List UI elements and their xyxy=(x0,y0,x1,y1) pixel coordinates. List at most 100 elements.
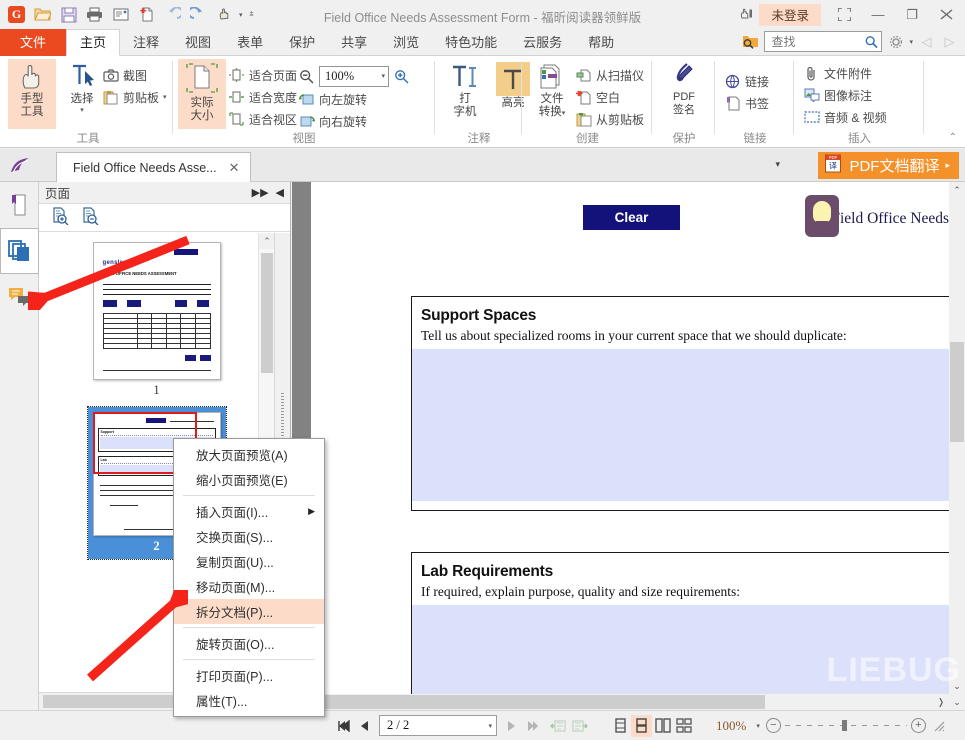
tab-cloud[interactable]: 云服务 xyxy=(510,29,575,56)
zoom-out-icon[interactable] xyxy=(298,68,315,85)
menu-item-insert-pages[interactable]: 插入页面(I)... ▶ xyxy=(174,499,324,524)
rotate-left-button[interactable]: 向左旋转 xyxy=(298,88,410,110)
nav-forward-icon[interactable]: ▷ xyxy=(940,34,959,50)
menu-item-properties[interactable]: 属性(T)... xyxy=(174,688,324,713)
nav-back-icon[interactable]: ◁ xyxy=(917,34,936,50)
document-vertical-scrollbar[interactable]: ⌃ ⌄ xyxy=(949,182,965,694)
blank-page-button[interactable]: 空白 xyxy=(575,86,644,108)
image-annotation-button[interactable]: 图像标注 xyxy=(803,84,887,106)
tab-features[interactable]: 特色功能 xyxy=(432,29,510,56)
page-context-menu[interactable]: 放大页面预览(A) 缩小页面预览(E) 插入页面(I)... ▶ 交换页面(S)… xyxy=(173,438,325,717)
resize-grip-icon[interactable] xyxy=(928,715,949,737)
maximize-button[interactable]: ❐ xyxy=(895,0,929,29)
select-tool-dropdown-caret[interactable]: ▾ xyxy=(80,106,84,114)
expand-panel-icon[interactable]: ▶▶ xyxy=(252,186,269,199)
tab-help[interactable]: 帮助 xyxy=(575,29,627,56)
settings-dropdown-caret[interactable]: ▾ xyxy=(909,38,913,46)
link-button[interactable]: 链接 xyxy=(724,70,769,92)
support-spaces-answer-field[interactable] xyxy=(412,349,964,501)
enlarge-thumbnail-icon[interactable] xyxy=(51,207,69,228)
facing-layout-button[interactable] xyxy=(652,715,673,737)
tab-protect[interactable]: 保护 xyxy=(276,29,328,56)
document-horizontal-scrollbar[interactable]: ❭ ⌄ xyxy=(292,694,965,710)
fullscreen-icon[interactable] xyxy=(827,0,861,29)
next-page-button[interactable] xyxy=(501,715,522,737)
search-input-box[interactable] xyxy=(764,31,883,52)
search-folder-icon[interactable] xyxy=(741,32,760,51)
screenshot-button[interactable]: 截图 xyxy=(102,64,167,86)
doc-hscroll-right-arrow[interactable]: ❭ xyxy=(933,694,949,710)
document-tab[interactable]: Field Office Needs Asse... ✕ xyxy=(56,152,251,182)
menu-item-swap-pages[interactable]: 交换页面(S)... xyxy=(174,524,324,549)
tab-comment[interactable]: 注释 xyxy=(120,29,172,56)
sidebar-item-pages[interactable] xyxy=(0,228,39,274)
zoom-out-button[interactable]: − xyxy=(765,718,781,733)
zoom-in-button[interactable]: + xyxy=(910,718,926,733)
clear-form-button[interactable]: Clear xyxy=(583,205,680,230)
previous-view-button[interactable] xyxy=(548,715,569,737)
hand-tool-button[interactable]: 手型 工具 xyxy=(8,59,56,129)
next-view-button[interactable] xyxy=(569,715,590,737)
last-page-button[interactable] xyxy=(522,715,543,737)
rotate-right-button[interactable]: 向右旋转 xyxy=(298,110,410,132)
doc-scroll-thumb[interactable] xyxy=(950,342,964,442)
page-thumbnail-1[interactable]: gensler FIELD OFFICE NEEDS ASSESSMENT 1 xyxy=(92,242,221,398)
fit-visible-button[interactable]: 适合视区 xyxy=(228,108,297,130)
zoom-slider-knob[interactable] xyxy=(841,719,847,731)
page-number-combobox[interactable]: 2 / 2 ▾ xyxy=(379,715,497,736)
doc-scroll-up-arrow[interactable]: ⌃ xyxy=(949,182,965,198)
bookmark-button[interactable]: 书签 xyxy=(724,92,769,114)
collapse-ribbon-icon[interactable]: ⌃ xyxy=(949,132,957,143)
fit-page-button[interactable]: 适合页面 xyxy=(228,64,297,86)
status-zoom-caret[interactable]: ▾ xyxy=(756,722,760,730)
sidebar-item-comments[interactable] xyxy=(0,274,39,320)
tab-file[interactable]: 文件 xyxy=(0,29,67,56)
first-page-button[interactable] xyxy=(333,715,354,737)
doc-hscroll-thumb[interactable] xyxy=(292,695,765,709)
from-clipboard-button[interactable]: 从剪贴板 xyxy=(575,108,644,130)
menu-item-copy-pages[interactable]: 复制页面(U)... xyxy=(174,549,324,574)
search-input[interactable] xyxy=(771,34,866,49)
submenu-arrow-icon[interactable]: ▶ xyxy=(308,506,315,517)
file-convert-caret[interactable]: ▾ xyxy=(562,110,566,117)
tab-browse[interactable]: 浏览 xyxy=(380,29,432,56)
typewriter-button[interactable]: 打字机 xyxy=(441,59,489,129)
reduce-thumbnail-icon[interactable] xyxy=(81,207,99,228)
tab-home[interactable]: 主页 xyxy=(66,29,121,56)
menu-item-move-pages[interactable]: 移动页面(M)... xyxy=(174,574,324,599)
doc-scroll-corner-arrow[interactable]: ⌄ xyxy=(949,694,965,710)
file-convert-button[interactable]: 文件 转换▾ xyxy=(528,59,576,129)
pdf-translate-button[interactable]: PDF 译 PDF文档翻译 ▸ xyxy=(818,152,959,179)
pdf-sign-button[interactable]: PDF 签名 xyxy=(660,59,708,129)
from-scanner-button[interactable]: 从扫描仪 xyxy=(575,64,644,86)
previous-page-button[interactable] xyxy=(354,715,375,737)
zoom-level-combobox[interactable]: 100% ▾ xyxy=(319,65,389,87)
zoom-slider[interactable] xyxy=(784,719,907,733)
scroll-thumb[interactable] xyxy=(261,253,273,373)
scroll-up-arrow[interactable]: ⌃ xyxy=(259,233,275,249)
sidebar-item-bookmarks[interactable] xyxy=(0,182,39,228)
audio-video-button[interactable]: 音频 & 视频 xyxy=(803,106,887,128)
settings-gear-icon[interactable] xyxy=(886,32,905,51)
clipboard-dropdown-caret[interactable]: ▾ xyxy=(163,93,167,101)
pdf-translate-arrow[interactable]: ▸ xyxy=(945,160,950,171)
minimize-button[interactable]: — xyxy=(861,0,895,29)
tab-overflow-caret[interactable]: ▾ xyxy=(775,159,780,170)
file-attachment-button[interactable]: 文件附件 xyxy=(803,62,887,84)
login-status-button[interactable]: 未登录 xyxy=(759,3,821,26)
clipboard-button[interactable]: 剪贴板 ▾ xyxy=(102,86,167,108)
collapse-panel-icon[interactable]: ◀ xyxy=(276,186,284,199)
menu-item-enlarge-thumbnail[interactable]: 放大页面预览(A) xyxy=(174,442,324,467)
touch-mode-icon[interactable] xyxy=(733,0,759,29)
tab-share[interactable]: 共享 xyxy=(328,29,380,56)
tab-view[interactable]: 视图 xyxy=(172,29,224,56)
select-tool-button[interactable]: 选择 ▾ xyxy=(58,59,106,129)
menu-item-reduce-thumbnail[interactable]: 缩小页面预览(E) xyxy=(174,467,324,492)
page-number-caret[interactable]: ▾ xyxy=(488,722,492,730)
continuous-facing-layout-button[interactable] xyxy=(673,715,694,737)
document-view[interactable]: Clear Field Office Needs Support Spaces … xyxy=(292,182,965,727)
zoom-in-icon[interactable] xyxy=(393,68,410,85)
tab-form[interactable]: 表单 xyxy=(224,29,276,56)
close-button[interactable] xyxy=(929,0,963,29)
single-page-layout-button[interactable] xyxy=(610,715,631,737)
